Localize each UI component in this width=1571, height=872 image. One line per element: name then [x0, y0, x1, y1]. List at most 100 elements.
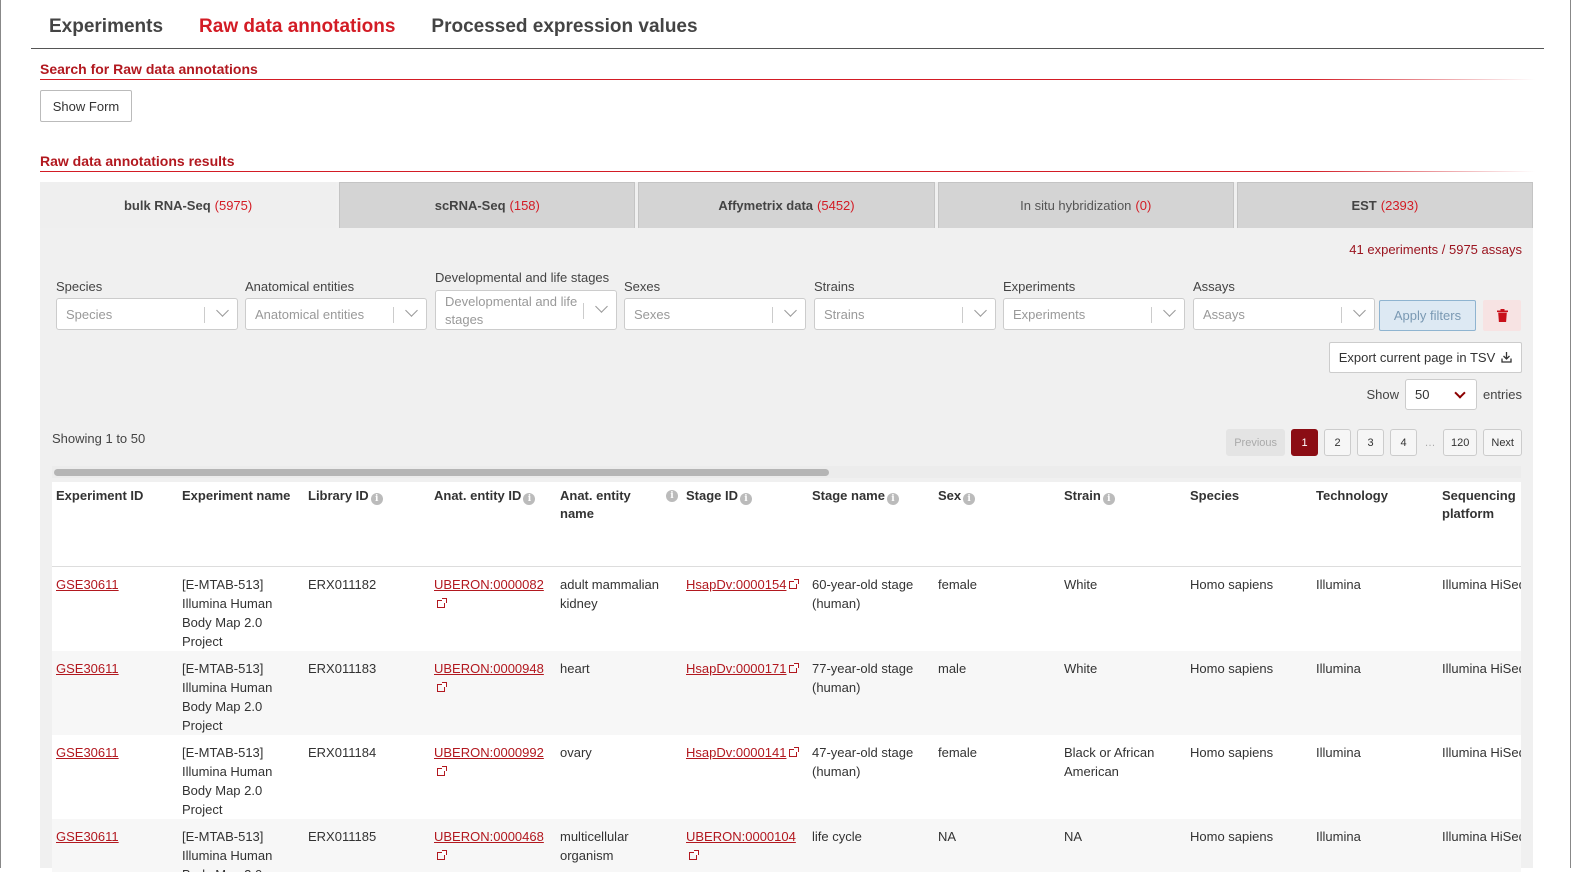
- result-tabs: bulk RNA-Seq(5975) scRNA-Seq(158) Affyme…: [40, 182, 1533, 228]
- show-form-button[interactable]: Show Form: [40, 90, 132, 122]
- apply-filters-button[interactable]: Apply filters: [1379, 300, 1476, 331]
- column-header[interactable]: Experiment name: [178, 482, 304, 566]
- column-header[interactable]: Anat. entity IDi: [430, 482, 556, 566]
- table-row: GSE30611 [E-MTAB-513] Illumina Human Bod…: [52, 651, 1521, 735]
- column-header[interactable]: Experiment ID: [52, 482, 178, 566]
- select-placeholder: Experiments: [1013, 307, 1148, 323]
- info-icon[interactable]: i: [963, 493, 975, 505]
- select-separator: [1151, 307, 1152, 323]
- tab-est[interactable]: EST(2393): [1237, 182, 1533, 228]
- column-header[interactable]: Straini: [1060, 482, 1186, 566]
- filter-label: Experiments: [1003, 279, 1075, 294]
- page-button[interactable]: 3: [1357, 429, 1384, 456]
- column-header[interactable]: Technology: [1312, 482, 1438, 566]
- experiment-name-cell: [E-MTAB-513] Illumina Human Body Map 2.0: [178, 819, 304, 872]
- page-button[interactable]: 1: [1291, 429, 1318, 456]
- stage-id-cell: UBERON:0000104: [682, 819, 808, 872]
- library-id-cell: ERX011185: [304, 819, 430, 872]
- filter-label: Anatomical entities: [245, 279, 354, 294]
- table-row: GSE30611 [E-MTAB-513] Illumina Human Bod…: [52, 566, 1521, 651]
- experiment-name-cell: [E-MTAB-513] Illumina Human Body Map 2.0…: [178, 651, 304, 735]
- chevron-down-icon[interactable]: [974, 304, 987, 317]
- platform-cell: Illumina HiSeq: [1438, 819, 1521, 872]
- info-icon[interactable]: i: [740, 493, 752, 505]
- export-label: Export current page in TSV: [1339, 350, 1496, 365]
- tab-raw-data-annotations[interactable]: Raw data annotations: [181, 0, 413, 48]
- column-header[interactable]: Sexi: [934, 482, 1060, 566]
- info-icon[interactable]: i: [371, 493, 383, 505]
- tab-experiments[interactable]: Experiments: [31, 0, 181, 48]
- sexes-select[interactable]: Sexes: [624, 298, 806, 330]
- external-link-icon: [789, 665, 797, 673]
- info-icon[interactable]: i: [523, 493, 535, 505]
- experiments-select[interactable]: Experiments: [1003, 298, 1185, 330]
- info-icon[interactable]: i: [887, 493, 899, 505]
- tab-scrna-seq[interactable]: scRNA-Seq(158): [339, 182, 635, 228]
- experiment-id-link[interactable]: GSE30611: [56, 661, 119, 676]
- anat-entity-id-link[interactable]: UBERON:0000468: [434, 829, 544, 844]
- page-size-value: 50: [1415, 387, 1429, 402]
- tab-processed-expression-values[interactable]: Processed expression values: [413, 0, 715, 48]
- stage-id-link[interactable]: UBERON:0000104: [686, 829, 796, 844]
- tab-in-situ-hybridization[interactable]: In situ hybridization(0): [938, 182, 1234, 228]
- species-select[interactable]: Species: [56, 298, 238, 330]
- clear-filters-button[interactable]: [1483, 300, 1521, 331]
- page-button[interactable]: 2: [1324, 429, 1351, 456]
- scrollbar-thumb[interactable]: [54, 469, 829, 476]
- chevron-down-icon[interactable]: [405, 304, 418, 317]
- strains-select[interactable]: Strains: [814, 298, 996, 330]
- column-header[interactable]: Stage IDi: [682, 482, 808, 566]
- sex-cell: female: [934, 566, 1060, 651]
- platform-cell: Illumina HiSeq: [1438, 651, 1521, 735]
- table-header-row: Experiment ID Experiment name Library ID…: [52, 482, 1521, 566]
- page-size-select[interactable]: 50: [1405, 379, 1477, 410]
- assays-select[interactable]: Assays: [1193, 298, 1375, 330]
- anatomical-entities-select[interactable]: Anatomical entities: [245, 298, 427, 330]
- chevron-down-icon[interactable]: [784, 304, 797, 317]
- page-button[interactable]: 120: [1443, 429, 1477, 456]
- horizontal-scrollbar[interactable]: [52, 466, 1521, 478]
- results-panel: bulk RNA-Seq(5975) scRNA-Seq(158) Affyme…: [40, 182, 1533, 868]
- anat-entity-id-link[interactable]: UBERON:0000082: [434, 577, 544, 592]
- filter-label: Strains: [814, 279, 854, 294]
- trash-icon: [1497, 309, 1508, 322]
- experiment-id-link[interactable]: GSE30611: [56, 745, 119, 760]
- anat-entity-id-cell: UBERON:0000948: [430, 651, 556, 735]
- library-id-cell: ERX011182: [304, 566, 430, 651]
- stage-name-cell: 60-year-old stage (human): [808, 566, 934, 651]
- chevron-down-icon[interactable]: [216, 304, 229, 317]
- column-header[interactable]: Sequencing platform: [1438, 482, 1521, 566]
- tab-bulk-rna-seq[interactable]: bulk RNA-Seq(5975): [40, 182, 336, 228]
- anat-entity-id-link[interactable]: UBERON:0000992: [434, 745, 544, 760]
- previous-page-button[interactable]: Previous: [1226, 429, 1285, 456]
- species-cell: Homo sapiens: [1186, 735, 1312, 819]
- stage-id-link[interactable]: HsapDv:0000141: [686, 745, 786, 760]
- next-page-button[interactable]: Next: [1483, 429, 1522, 456]
- export-tsv-button[interactable]: Export current page in TSV: [1329, 342, 1522, 373]
- column-header[interactable]: Library IDi: [304, 482, 430, 566]
- info-icon[interactable]: i: [1103, 493, 1115, 505]
- pagination-ellipsis: …: [1423, 429, 1437, 456]
- experiment-id-cell: GSE30611: [52, 819, 178, 872]
- search-section-title: Search for Raw data annotations: [40, 61, 1535, 77]
- stage-id-link[interactable]: HsapDv:0000154: [686, 577, 786, 592]
- experiment-id-link[interactable]: GSE30611: [56, 829, 119, 844]
- column-header[interactable]: Stage namei: [808, 482, 934, 566]
- chevron-down-icon[interactable]: [1163, 304, 1176, 317]
- page-button[interactable]: 4: [1390, 429, 1417, 456]
- experiment-id-link[interactable]: GSE30611: [56, 577, 119, 592]
- chevron-down-icon[interactable]: [595, 300, 608, 313]
- filter-label: Sexes: [624, 279, 660, 294]
- select-separator: [393, 307, 394, 323]
- anat-entity-id-link[interactable]: UBERON:0000948: [434, 661, 544, 676]
- results-summary: 41 experiments / 5975 assays: [1349, 242, 1522, 257]
- tab-affymetrix[interactable]: Affymetrix data(5452): [638, 182, 934, 228]
- column-header[interactable]: Species: [1186, 482, 1312, 566]
- column-header[interactable]: Anat. entity namei: [556, 482, 682, 566]
- chevron-down-icon[interactable]: [1353, 304, 1366, 317]
- stage-id-link[interactable]: HsapDv:0000171: [686, 661, 786, 676]
- anat-entity-name-cell: ovary: [556, 735, 682, 819]
- developmental-stages-select[interactable]: Developmental and life stages: [435, 290, 617, 330]
- external-link-icon: [789, 581, 797, 589]
- info-icon[interactable]: i: [666, 490, 678, 502]
